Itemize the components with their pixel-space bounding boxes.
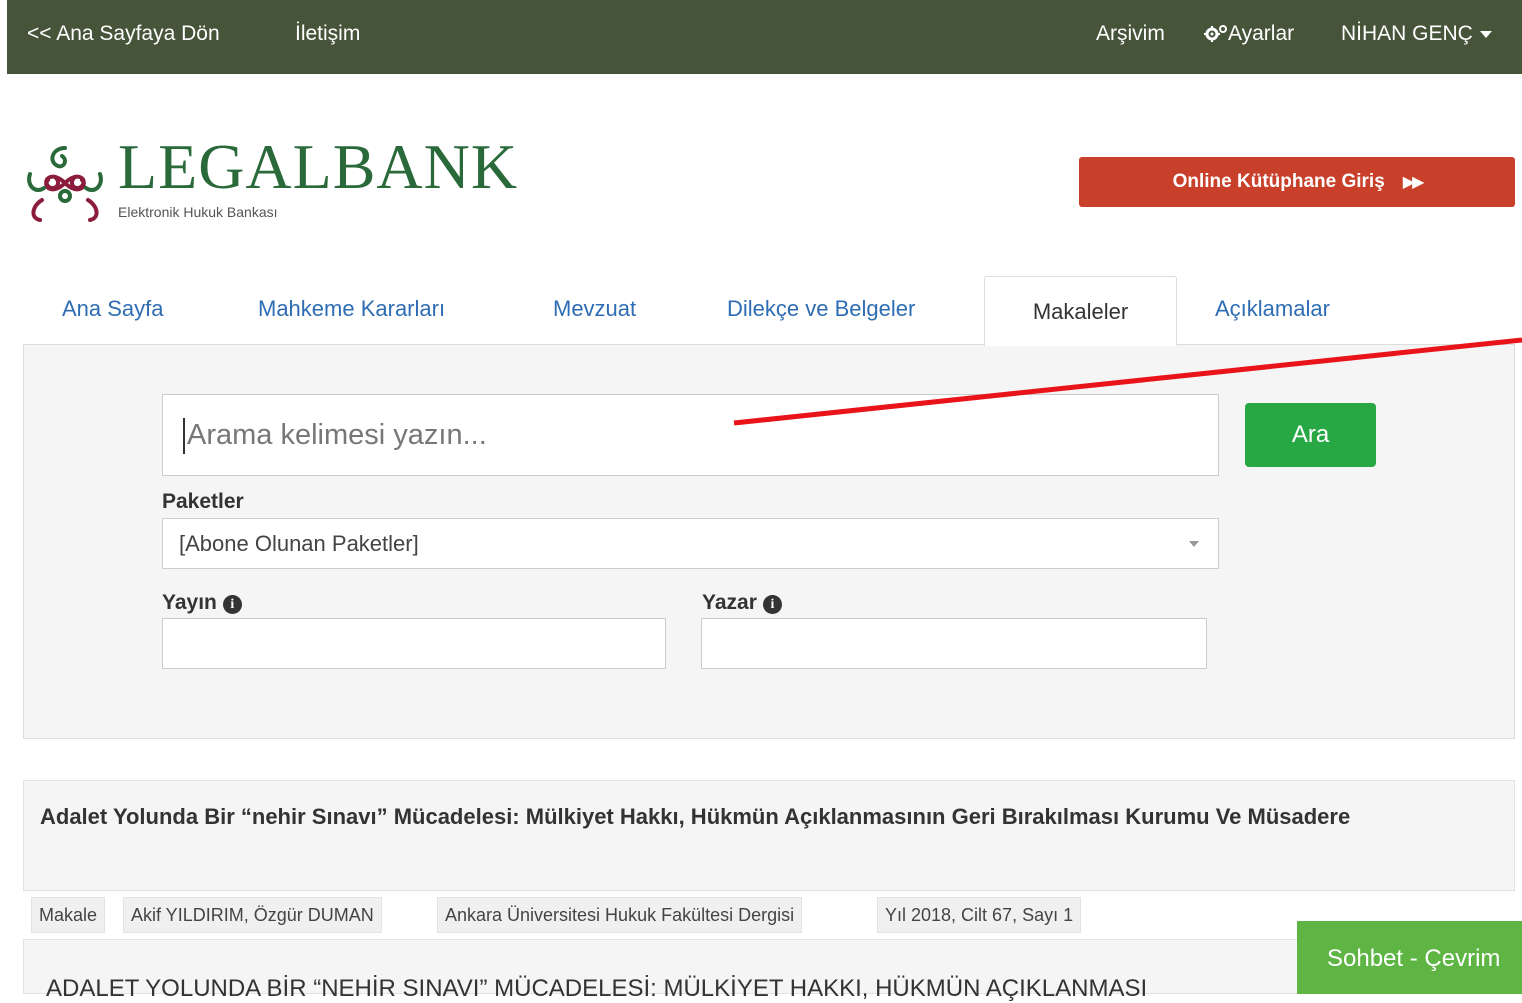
archive-link[interactable]: Arşivim [1096,22,1165,46]
text-cursor [183,418,185,454]
search-button[interactable]: Ara [1245,403,1376,467]
settings-label: Ayarlar [1228,22,1295,45]
author-label: Yazar i [702,591,782,615]
tab-explanations[interactable]: Açıklamalar [1215,276,1330,344]
packages-select[interactable]: [Abone Olunan Paketler] [162,518,1219,569]
meta-type: Makale [31,897,106,933]
result-excerpt: ADALET YOLUNDA BİR “NEHİR SINAVI” MÜCADE… [46,975,1148,1002]
dropdown-arrow-icon [1189,541,1199,547]
author-label-text: Yazar [702,591,757,614]
publication-input[interactable] [162,618,666,669]
publication-label-text: Yayın [162,591,217,614]
packages-label: Paketler [162,490,244,513]
legalbank-logo[interactable]: LEGALBANK Elektronik Hukuk Bankası [22,131,522,230]
back-home-link[interactable]: << Ana Sayfaya Dön [27,22,220,46]
author-input[interactable] [701,618,1207,669]
online-library-label: Online Kütüphane Giriş [1172,171,1385,192]
brand-name: LEGALBANK [118,131,519,202]
contact-link[interactable]: İletişim [295,22,360,46]
tab-home[interactable]: Ana Sayfa [62,276,164,344]
flourish-logo-icon [27,146,103,222]
top-navbar: << Ana Sayfaya Dön İletişim Arşivim Ayar… [7,0,1522,74]
meta-issue: Yıl 2018, Cilt 67, Sayı 1 [877,897,1082,933]
meta-journal: Ankara Üniversitesi Hukuk Fakültesi Derg… [437,897,803,933]
fast-forward-icon: ▶▶ [1402,174,1425,191]
online-library-login-button[interactable]: Online Kütüphane Giriş ▶▶ [1079,157,1515,207]
user-name: NİHAN GENÇ [1341,22,1473,45]
search-placeholder: Arama kelimesi yazın... [187,418,487,451]
gears-icon [1204,25,1227,42]
publication-label: Yayın i [162,591,242,615]
chat-widget[interactable]: Sohbet - Çevrim [1297,921,1522,994]
meta-authors: Akif YILDIRIM, Özgür DUMAN [123,897,382,933]
settings-link[interactable]: Ayarlar [1204,22,1294,46]
tab-court-decisions[interactable]: Mahkeme Kararları [258,276,445,344]
user-menu[interactable]: NİHAN GENÇ [1341,22,1492,46]
caret-down-icon [1479,30,1492,38]
info-icon[interactable]: i [762,595,782,614]
tab-legislation[interactable]: Mevzuat [553,276,636,344]
info-icon[interactable]: i [222,595,242,614]
brand-subtitle: Elektronik Hukuk Bankası [118,204,278,220]
result-title[interactable]: Adalet Yolunda Bir “nehir Sınavı” Mücade… [40,798,1460,836]
tab-petitions-documents[interactable]: Dilekçe ve Belgeler [727,276,915,344]
tab-articles[interactable]: Makaleler [984,276,1177,346]
search-input[interactable]: Arama kelimesi yazın... [162,394,1219,476]
packages-selected-value: [Abone Olunan Paketler] [179,530,419,556]
